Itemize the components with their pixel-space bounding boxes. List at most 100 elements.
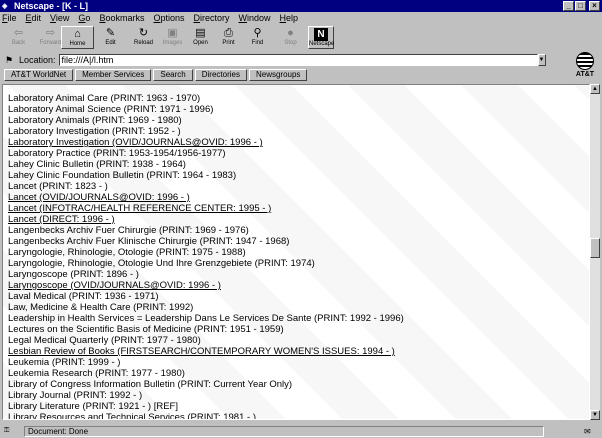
mail-icon[interactable]: ✉ xyxy=(584,427,591,436)
location-dropdown-button[interactable]: ▼ xyxy=(537,54,546,66)
netscape-button[interactable]: N Netscape xyxy=(308,26,334,49)
journal-entry: Laval Medical (PRINT: 1936 - 1971) xyxy=(8,291,159,302)
menu-label: ookmarks xyxy=(105,13,145,23)
menu-item[interactable]: Window xyxy=(239,13,271,23)
att-globe-icon xyxy=(576,52,594,70)
menu-item[interactable]: View xyxy=(50,13,69,23)
journal-entry: Lectures on the Scientific Basis of Medi… xyxy=(8,324,284,335)
binoculars-icon: ⚲ xyxy=(253,27,262,39)
status-text: Document: Done xyxy=(24,425,544,437)
back-button[interactable]: ⇦ Back xyxy=(2,26,35,49)
directory-button[interactable]: Directories xyxy=(194,68,247,81)
navigation-toolbar: ⇦ Back ⇨ Forward ⌂ Home ✎ Edit ↻ Reload ▣ Imag… xyxy=(0,26,602,50)
journal-link[interactable]: Lancet (INFOTRAC/HEALTH REFERENCE CENTER… xyxy=(8,203,404,214)
att-logo[interactable]: AT&T xyxy=(573,52,597,84)
bookmark-icon[interactable]: ⚑ xyxy=(3,54,15,66)
netscape-label: Netscape xyxy=(309,41,335,47)
directory-button[interactable]: Newsgroups xyxy=(248,68,308,81)
journal-entry: Langenbecks Archiv Fuer Chirurgie (PRINT… xyxy=(8,225,249,236)
menu-label: indow xyxy=(247,13,271,23)
menu-item[interactable]: File xyxy=(2,13,17,23)
journal-entry: Library Journal (PRINT: 1992 - ) xyxy=(8,390,143,401)
location-bar: ⚑ Location: file:///A|/l.htm ▼ xyxy=(0,53,572,67)
stop-label: Stop xyxy=(284,40,297,46)
journal-entry: Laboratory Practice (PRINT: 1953-1954/19… xyxy=(8,148,226,159)
minimize-button[interactable]: _ xyxy=(563,1,574,11)
journal-entry: Legal Medical Quarterly (PRINT: 1977 - 1… xyxy=(8,335,201,346)
scroll-down-button[interactable]: ▼ xyxy=(590,410,600,420)
journal-entry: Lahey Clinic Bulletin (PRINT: 1938 - 196… xyxy=(8,159,186,170)
back-arrow-icon: ⇦ xyxy=(13,27,24,39)
close-button[interactable]: × xyxy=(589,1,600,11)
journal-link[interactable]: Lancet (OVID/JOURNALS@OVID: 1996 - ) xyxy=(8,192,404,203)
journal-entry: Laryngologie, Rhinologie, Otologie (PRIN… xyxy=(8,247,246,258)
journal-entry: Library Literature (PRINT: 1921 - ) [REF… xyxy=(8,401,178,412)
edit-label: Edit xyxy=(105,40,116,46)
menu-label: ile xyxy=(7,13,17,23)
journal-link[interactable]: Lancet (DIRECT: 1996 - ) xyxy=(8,214,404,225)
menu-label: irectory xyxy=(200,13,230,23)
menu-item[interactable]: Go xyxy=(78,13,90,23)
netscape-n-icon: N xyxy=(314,28,328,41)
journal-entry: Leadership in Health Services = Leadersh… xyxy=(8,313,404,324)
journal-link[interactable]: Laryngoscope (OVID/JOURNALS@OVID: 1996 -… xyxy=(8,280,404,291)
window-title: Netscape - [K - L] xyxy=(14,1,89,11)
journal-entry: Lancet (PRINT: 1823 - ) xyxy=(8,181,108,192)
reload-label: Reload xyxy=(133,40,153,46)
menu-item[interactable]: Help xyxy=(280,13,299,23)
menu-item[interactable]: Edit xyxy=(26,13,42,23)
att-logo-text: AT&T xyxy=(575,71,595,78)
journal-entry: Laryngoscope (PRINT: 1896 - ) xyxy=(8,269,139,280)
journal-entry: Laboratory Investigation (PRINT: 1952 - … xyxy=(8,126,181,137)
journal-entry: Law, Medicine & Health Care (PRINT: 1992… xyxy=(8,302,194,313)
find-label: Find xyxy=(251,40,264,46)
home-button[interactable]: ⌂ Home xyxy=(61,26,94,49)
stop-button[interactable]: ● Stop xyxy=(274,26,307,49)
journal-entry: Laryngologie, Rhinologie, Otologie Und I… xyxy=(8,258,315,269)
journal-entry: Leukemia Research (PRINT: 1977 - 1980) xyxy=(8,368,185,379)
menu-label: dit xyxy=(31,13,42,23)
journal-entry: Library Resources and Technical Services… xyxy=(8,412,256,420)
menu-accelerator: W xyxy=(238,13,248,23)
journal-entry: Lahey Clinic Foundation Bulletin (PRINT:… xyxy=(8,170,237,181)
scrollbar-thumb[interactable] xyxy=(590,238,600,258)
journal-list: Laboratory Animal Care (PRINT: 1963 - 19… xyxy=(8,93,404,420)
menu-bar: File Edit View Go Bookmarks Options Directory W… xyxy=(0,12,602,24)
location-input[interactable]: file:///A|/l.htm xyxy=(58,54,538,66)
location-label: Location: xyxy=(19,55,56,65)
window-controls: _ □ × xyxy=(562,1,600,11)
status-bar: ⚿ Document: Done ✉ xyxy=(0,424,602,438)
home-icon: ⌂ xyxy=(74,28,81,40)
edit-button[interactable]: ✎ Edit xyxy=(94,26,127,49)
journal-entry: Laboratory Animals (PRINT: 1969 - 1980) xyxy=(8,115,182,126)
menu-item[interactable]: Bookmarks xyxy=(99,13,144,23)
journal-entry: Langenbecks Archiv Fuer Klinische Chirur… xyxy=(8,236,290,247)
forward-label: Forward xyxy=(39,40,62,46)
journal-entry: Laboratory Animal Care (PRINT: 1963 - 19… xyxy=(8,93,201,104)
find-button[interactable]: ⚲ Find xyxy=(241,26,274,49)
home-label: Home xyxy=(69,41,86,47)
menu-label: o xyxy=(85,13,91,23)
journal-entry: Laboratory Animal Science (PRINT: 1971 -… xyxy=(8,104,214,115)
directory-button[interactable]: Search xyxy=(153,68,193,81)
maximize-button[interactable]: □ xyxy=(575,1,586,11)
vertical-scrollbar[interactable]: ▲ ▼ xyxy=(590,84,600,420)
menu-label: ptions xyxy=(160,13,185,23)
pencil-icon: ✎ xyxy=(105,27,116,39)
directory-buttons-bar: AT&T WorldNet Member Services Search Direct… xyxy=(0,68,572,81)
scroll-up-button[interactable]: ▲ xyxy=(590,84,600,94)
back-label: Back xyxy=(11,40,26,46)
netscape-app-icon[interactable]: ◈ xyxy=(2,2,12,11)
title-bar: ◈ Netscape - [K - L] _ □ × xyxy=(0,0,602,12)
journal-link[interactable]: Laboratory Investigation (OVID/JOURNALS@… xyxy=(8,137,404,148)
menu-label: elp xyxy=(286,13,299,23)
menu-item[interactable]: Options xyxy=(153,13,184,23)
menu-label: iew xyxy=(55,13,70,23)
menu-item[interactable]: Directory xyxy=(194,13,230,23)
directory-button[interactable]: AT&T WorldNet xyxy=(4,68,74,81)
journal-entry: Leukemia (PRINT: 1999 - ) xyxy=(8,357,121,368)
open-label: Open xyxy=(193,40,208,46)
images-label: Images xyxy=(162,40,183,46)
journal-link[interactable]: Lesbian Review of Books (FIRSTSEARCH/CON… xyxy=(8,346,404,357)
directory-button[interactable]: Member Services xyxy=(75,68,152,81)
